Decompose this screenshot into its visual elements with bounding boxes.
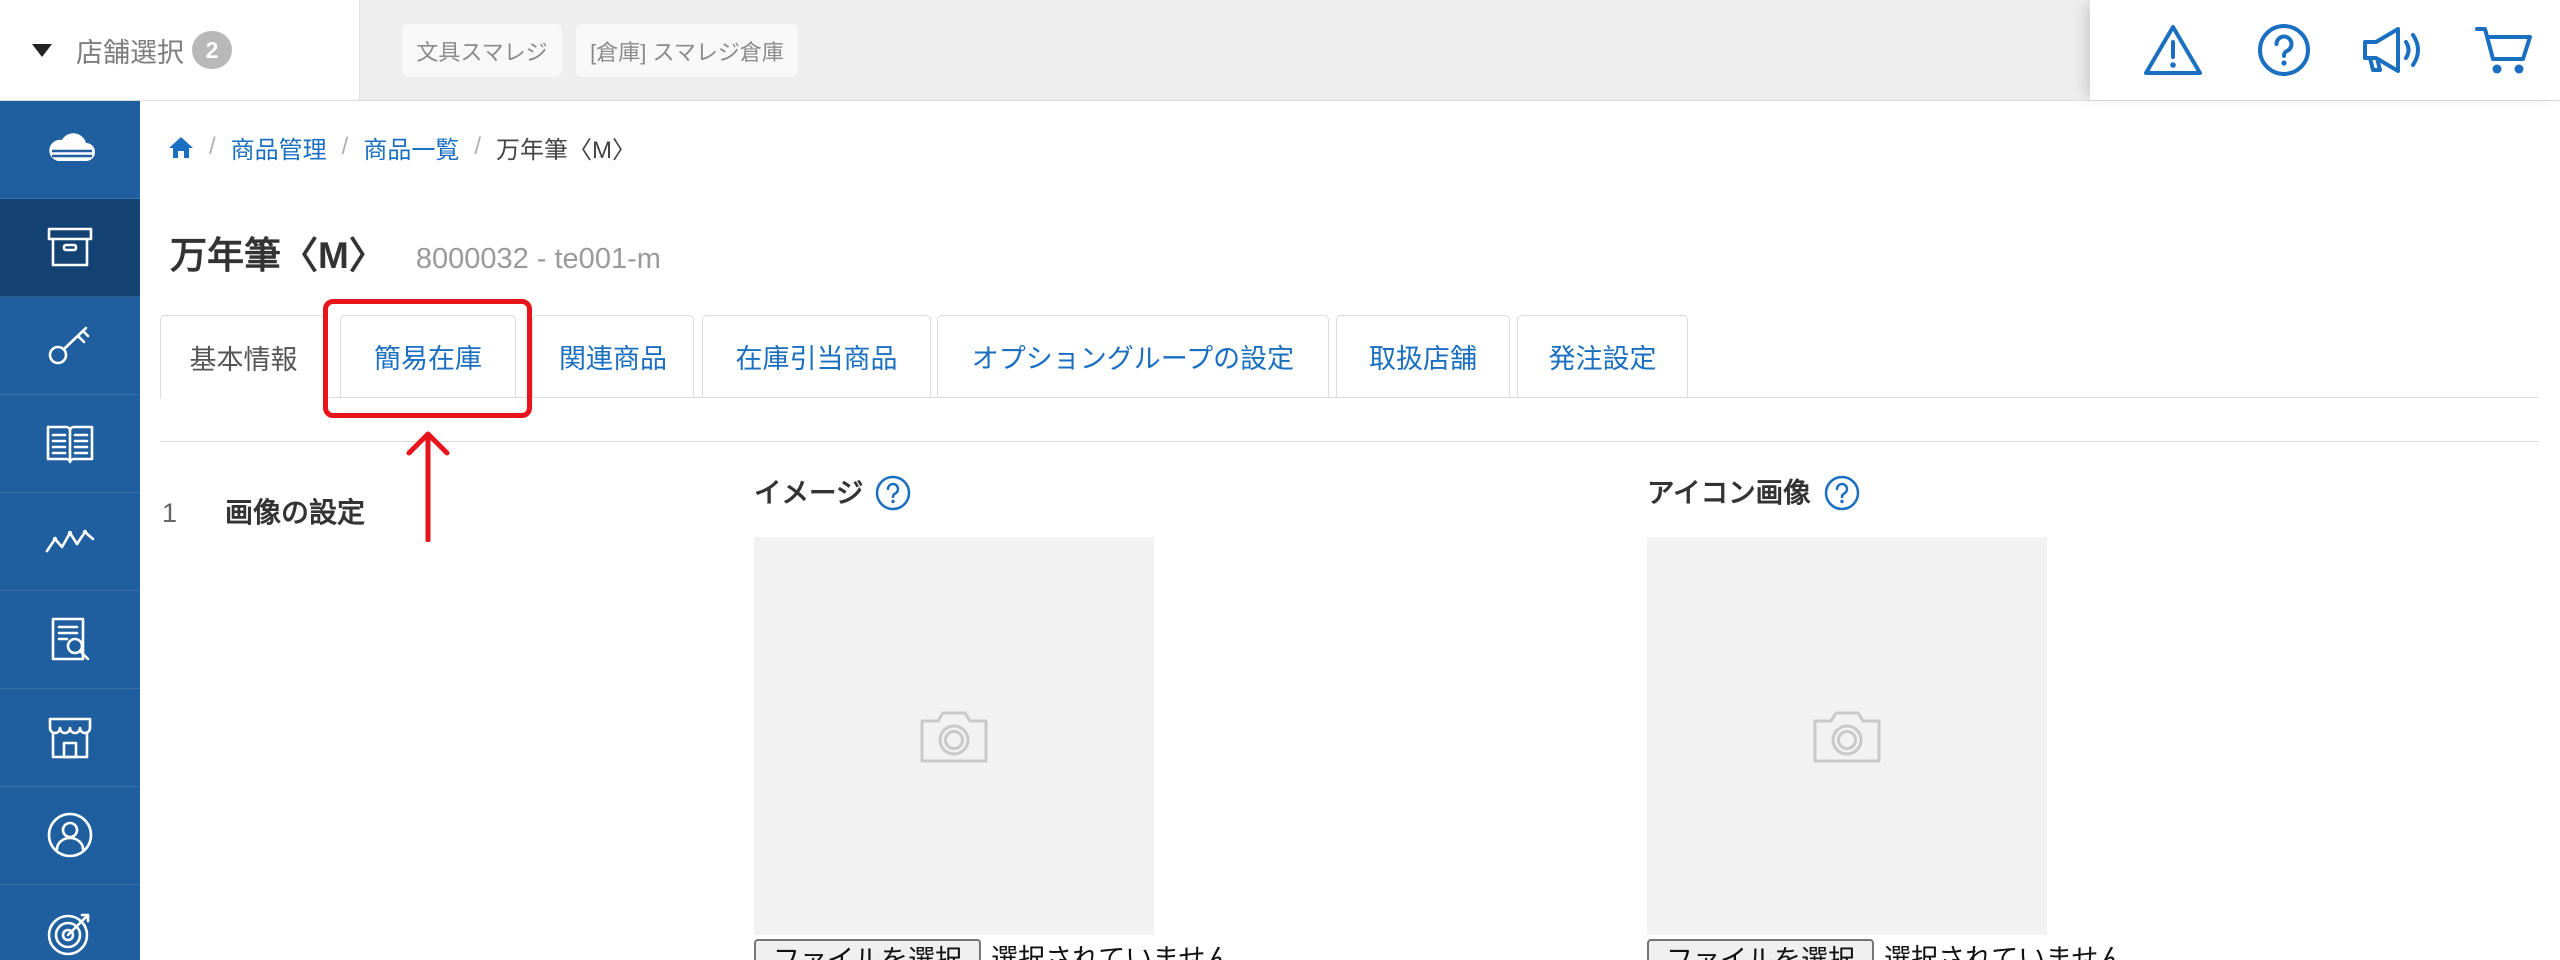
section-number: 1 [162, 498, 178, 528]
breadcrumb-separator: / [209, 133, 216, 160]
sidebar-item-home[interactable] [0, 101, 140, 199]
store-count-badge: 2 [192, 31, 232, 69]
tab-order-settings[interactable]: 発注設定 [1517, 315, 1688, 398]
image-choose-file-button[interactable]: ファイルを選択 [754, 939, 981, 960]
tab-handling-stores[interactable]: 取扱店舗 [1336, 315, 1510, 398]
archive-box-icon [47, 227, 93, 267]
breadcrumb-separator: / [341, 133, 349, 160]
tab-option-group-settings[interactable]: オプショングループの設定 [937, 315, 1329, 398]
sidebar-item-book[interactable] [0, 395, 140, 493]
utility-icons [2090, 0, 2560, 100]
image-preview [754, 537, 1154, 935]
page-header: 万年筆〈M〉 8000032 - te001-m [170, 230, 661, 282]
image-label: イメージ [754, 477, 864, 508]
section-divider [160, 441, 2539, 442]
help-icon[interactable] [1824, 475, 1860, 511]
sidebar-item-analytics[interactable] [0, 493, 140, 591]
book-icon [46, 425, 94, 464]
sidebar-item-key[interactable] [0, 297, 140, 395]
camera-icon [920, 711, 988, 763]
store-selector[interactable]: 店舗選択 2 [0, 0, 360, 100]
key-icon [48, 326, 90, 365]
breadcrumb: / 商品管理 / 商品一覧 / 万年筆〈M〉 [168, 130, 636, 164]
product-code: 8000032 - te001-m [415, 243, 661, 275]
caret-down-icon [32, 43, 52, 57]
cart-icon[interactable] [2464, 0, 2544, 100]
sidebar-item-stores[interactable] [0, 689, 140, 787]
top-header: 店舗選択 2 文具スマレジ [倉庫] スマレジ倉庫 [0, 0, 2560, 101]
camera-icon [1813, 711, 1881, 763]
tab-related-products[interactable]: 関連商品 [532, 315, 694, 398]
breadcrumb-link-product-management[interactable]: 商品管理 [231, 130, 327, 165]
user-circle-icon [47, 812, 93, 858]
help-icon[interactable] [2244, 0, 2324, 100]
image-file-status: 選択されていません [991, 944, 1233, 960]
help-icon[interactable] [875, 475, 911, 511]
icon-image-file-input: ファイルを選択 選択されていません [1647, 939, 2125, 960]
warning-icon[interactable] [2133, 0, 2213, 100]
megaphone-icon[interactable] [2353, 0, 2433, 100]
icon-image-preview [1647, 537, 2047, 935]
tab-stock-allocation-products[interactable]: 在庫引当商品 [702, 315, 931, 398]
icon-image-choose-file-button[interactable]: ファイルを選択 [1647, 939, 1874, 960]
section-title: 画像の設定 [225, 497, 366, 528]
icon-image-label: アイコン画像 [1647, 477, 1811, 508]
store-selector-label: 店舗選択 [76, 37, 184, 68]
breadcrumb-link-product-list[interactable]: 商品一覧 [363, 130, 459, 165]
page-title: 万年筆〈M〉 [170, 235, 386, 276]
tab-bar-border [160, 397, 2539, 398]
target-icon [47, 913, 90, 956]
store-icon [48, 717, 92, 759]
store-tag: 文具スマレジ [402, 24, 562, 77]
cloud-icon [49, 133, 95, 161]
store-tag: [倉庫] スマレジ倉庫 [576, 24, 798, 77]
sidebar-item-reports[interactable] [0, 591, 140, 689]
tab-basic-info[interactable]: 基本情報 [160, 315, 327, 399]
sidebar [0, 101, 140, 960]
image-file-input: ファイルを選択 選択されていません [754, 939, 1232, 960]
sidebar-item-targets[interactable] [0, 885, 140, 960]
sidebar-item-products[interactable] [0, 199, 140, 297]
report-search-icon [51, 617, 90, 661]
icon-image-file-status: 選択されていません [1884, 944, 2126, 960]
tab-simple-stock[interactable]: 簡易在庫 [340, 315, 516, 398]
breadcrumb-separator: / [474, 133, 482, 160]
sidebar-item-users[interactable] [0, 787, 140, 885]
line-chart-icon [45, 529, 95, 553]
home-icon[interactable] [168, 135, 194, 159]
annotation-arrow-up-icon [406, 431, 450, 542]
breadcrumb-current: 万年筆〈M〉 [496, 136, 637, 164]
